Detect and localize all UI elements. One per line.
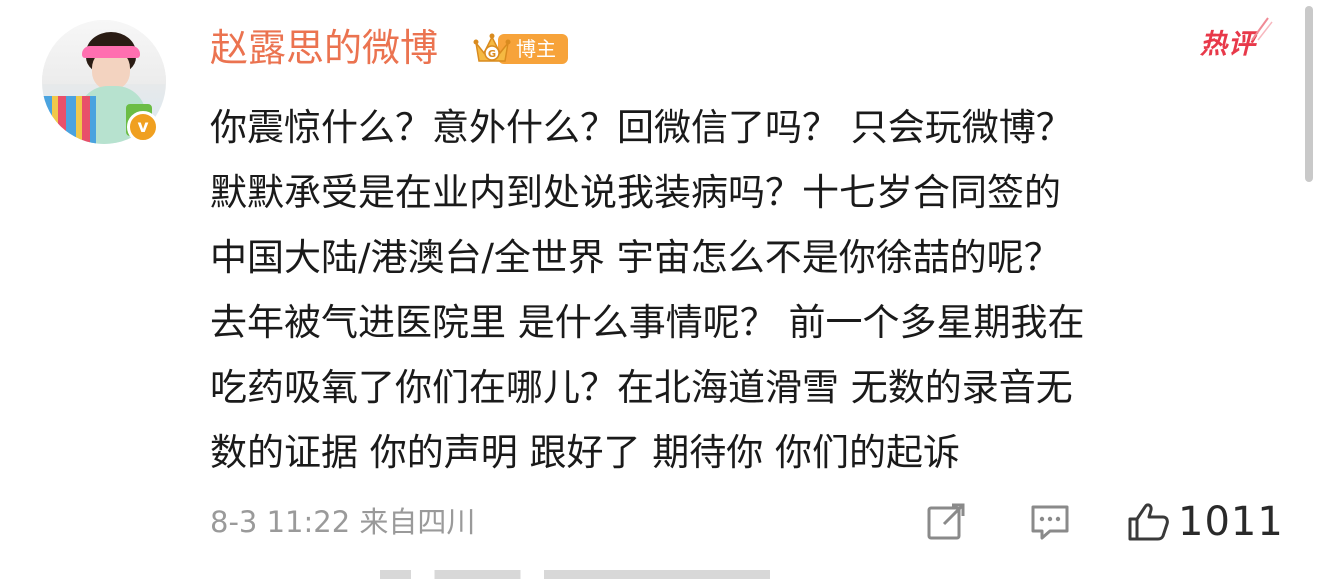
thumbs-up-icon <box>1128 503 1169 541</box>
content-line: 中国大陆/港澳台/全世界 宇宙怎么不是你徐喆的呢？ <box>210 236 1061 279</box>
post-timestamp: 8-3 11:22 <box>210 505 351 539</box>
comment-button[interactable] <box>1028 498 1072 546</box>
post-source: 来自四川 <box>359 505 476 539</box>
blogger-badge: G 博主 <box>472 30 568 68</box>
next-item-peek <box>380 570 770 579</box>
comment-icon <box>1031 505 1069 540</box>
avatar-product-boxes <box>42 96 96 144</box>
avatar-visor <box>82 46 140 58</box>
post-content: 你震惊什么？意外什么？回微信了吗？ 只会玩微博？ 默默承受是在业内到处说我装病吗… <box>210 95 1280 485</box>
post-meta: 8-3 11:22 来自四川 <box>210 504 475 540</box>
share-edit-icon <box>927 503 965 540</box>
scrollbar-thumb[interactable] <box>1305 6 1313 182</box>
content-line: 你震惊什么？意外什么？回微信了吗？ 只会玩微博？ <box>210 106 1073 149</box>
content-line: 吃药吸氧了你们在哪儿？在北海道滑雪 无数的录音无 <box>210 366 1073 409</box>
share-button[interactable] <box>924 498 968 546</box>
hot-comment-label: 热评 <box>1200 17 1273 62</box>
content-line: 去年被气进医院里 是什么事情呢？ 前一个多星期我在 <box>210 301 1085 344</box>
hot-flair-icon <box>1251 17 1273 41</box>
verified-icon: v <box>127 111 159 143</box>
content-line: 默默承受是在业内到处说我装病吗？十七岁合同签的 <box>210 171 1061 214</box>
author-name[interactable]: 赵露思的微博 <box>210 24 438 72</box>
like-button[interactable]: 1011 <box>1126 498 1284 546</box>
crown-icon: G <box>472 31 512 67</box>
like-count: 1011 <box>1178 499 1284 545</box>
scrollbar[interactable] <box>1304 0 1314 579</box>
verified-mark: v <box>137 117 149 137</box>
svg-text:G: G <box>488 49 496 60</box>
content-line: 数的证据 你的声明 跟好了 期待你 你们的起诉 <box>210 431 961 474</box>
